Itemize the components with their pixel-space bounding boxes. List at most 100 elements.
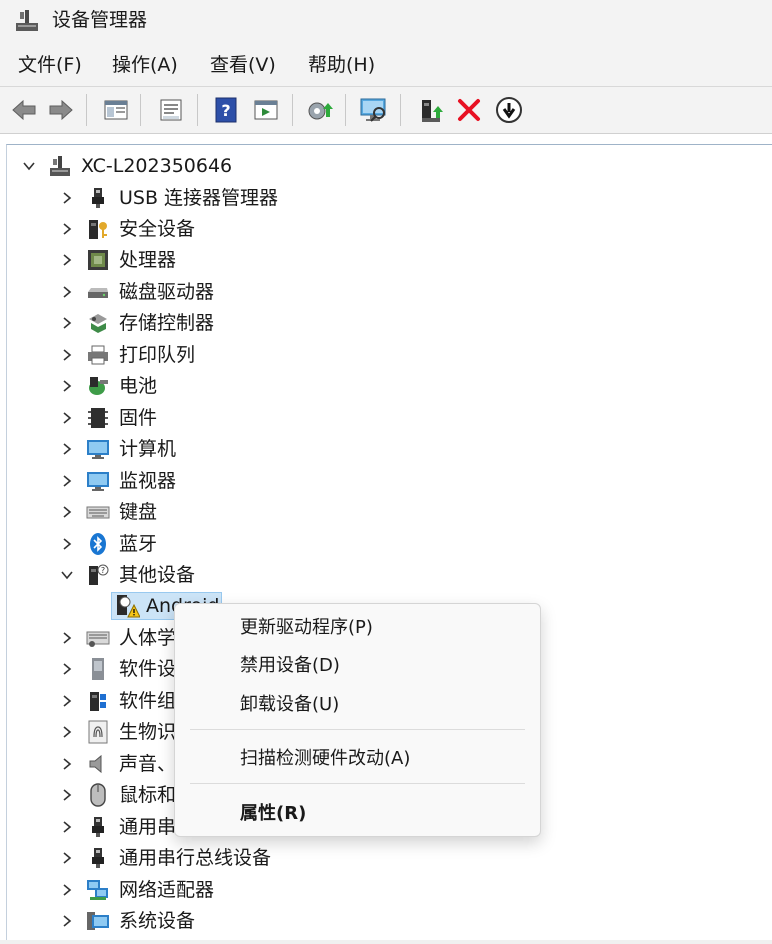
show-hide-tree-button[interactable] xyxy=(100,94,132,126)
category-label: 网络适配器 xyxy=(119,879,215,901)
disable-device-menu-item[interactable]: 禁用设备(D) xyxy=(240,654,340,678)
chevron-right-icon[interactable] xyxy=(59,315,75,331)
tree-item[interactable]: 打印队列 xyxy=(59,340,195,370)
category-label: 电池 xyxy=(119,375,158,397)
scan-hardware-icon xyxy=(360,98,386,122)
speaker-icon xyxy=(85,751,111,777)
chevron-right-icon[interactable] xyxy=(59,410,75,426)
usb-connector-icon xyxy=(85,185,111,211)
uninstall-button[interactable] xyxy=(453,94,485,126)
tree-root[interactable]: XC-L202350646 xyxy=(21,151,232,181)
chevron-down-icon[interactable] xyxy=(59,567,75,583)
help-button[interactable]: ? xyxy=(210,94,242,126)
tree-item[interactable]: 蓝牙 xyxy=(59,529,157,559)
menu-help[interactable]: 帮助(H) xyxy=(308,53,375,77)
firmware-chip-icon xyxy=(85,405,111,431)
scan-hardware-button[interactable] xyxy=(358,94,390,126)
category-label: 固件 xyxy=(119,407,158,429)
chevron-right-icon[interactable] xyxy=(59,787,75,803)
tree-item[interactable]: 安全设备 xyxy=(59,214,195,244)
category-label: 打印队列 xyxy=(119,344,196,366)
tree-item[interactable]: 监视器 xyxy=(59,466,176,496)
chevron-right-icon[interactable] xyxy=(59,850,75,866)
help-icon: ? xyxy=(215,97,237,123)
run-button[interactable] xyxy=(250,94,282,126)
bottom-border xyxy=(0,940,772,944)
category-label: 键盘 xyxy=(119,501,158,523)
disk-drive-icon xyxy=(85,279,111,305)
tree-item[interactable]: 固件 xyxy=(59,403,157,433)
toolbar-separator xyxy=(345,94,346,126)
warning-device-icon xyxy=(114,593,140,619)
menu-file[interactable]: 文件(F) xyxy=(18,53,82,77)
toolbar: ? xyxy=(0,87,772,134)
properties-button[interactable] xyxy=(155,94,187,126)
chevron-right-icon[interactable] xyxy=(59,661,75,677)
chevron-right-icon[interactable] xyxy=(59,441,75,457)
tree-item[interactable]: 处理器 xyxy=(59,245,176,275)
storage-controller-icon xyxy=(85,310,111,336)
disable-device-button[interactable] xyxy=(493,94,525,126)
chevron-right-icon[interactable] xyxy=(59,378,75,394)
category-label: 计算机 xyxy=(119,438,177,460)
chevron-right-icon[interactable] xyxy=(59,536,75,552)
processor-icon xyxy=(85,247,111,273)
tree-item[interactable]: 存储控制器 xyxy=(59,308,214,338)
chevron-right-icon[interactable] xyxy=(59,284,75,300)
chevron-right-icon[interactable] xyxy=(59,756,75,772)
back-button[interactable] xyxy=(8,94,40,126)
tree-item-other-devices[interactable]: ? 其他设备 xyxy=(59,560,195,590)
category-label: 磁盘驱动器 xyxy=(119,281,215,303)
printer-icon xyxy=(85,342,111,368)
tree-item[interactable]: 键盘 xyxy=(59,497,157,527)
back-icon xyxy=(12,99,36,121)
chevron-down-icon[interactable] xyxy=(21,158,37,174)
chevron-right-icon[interactable] xyxy=(59,190,75,206)
human-interface-device-icon xyxy=(85,625,111,651)
properties-icon xyxy=(160,99,182,121)
update-driver-menu-item[interactable]: 更新驱动程序(P) xyxy=(240,616,373,640)
tree-item[interactable]: 系统设备 xyxy=(59,906,195,936)
chevron-right-icon[interactable] xyxy=(59,882,75,898)
uninstall-device-menu-item[interactable]: 卸载设备(U) xyxy=(240,693,339,717)
battery-icon xyxy=(85,373,111,399)
update-driver-button[interactable] xyxy=(303,94,335,126)
tree-item[interactable]: 网络适配器 xyxy=(59,875,214,905)
menu-separator xyxy=(190,783,525,784)
chevron-right-icon[interactable] xyxy=(59,221,75,237)
chevron-right-icon[interactable] xyxy=(59,724,75,740)
properties-menu-item[interactable]: 属性(R) xyxy=(240,802,306,826)
network-adapter-icon xyxy=(85,877,111,903)
tree-item[interactable]: 磁盘驱动器 xyxy=(59,277,214,307)
category-label: 安全设备 xyxy=(119,218,196,240)
security-key-icon xyxy=(85,216,111,242)
chevron-right-icon[interactable] xyxy=(59,252,75,268)
chevron-right-icon[interactable] xyxy=(59,630,75,646)
update-driver-icon xyxy=(308,102,333,120)
category-label: 处理器 xyxy=(119,249,177,271)
tree-item[interactable]: USB 连接器管理器 xyxy=(59,183,278,213)
toolbar-separator xyxy=(140,94,141,126)
menu-view[interactable]: 查看(V) xyxy=(210,53,276,77)
chevron-right-icon[interactable] xyxy=(59,693,75,709)
tree-item[interactable]: 计算机 xyxy=(59,434,176,464)
enable-device-button[interactable] xyxy=(416,94,448,126)
keyboard-icon xyxy=(85,499,111,525)
chevron-right-icon[interactable] xyxy=(59,347,75,363)
chevron-right-icon[interactable] xyxy=(59,913,75,929)
chevron-right-icon[interactable] xyxy=(59,819,75,835)
window-title: 设备管理器 xyxy=(52,9,148,31)
forward-button[interactable] xyxy=(45,94,77,126)
tree-item[interactable]: 电池 xyxy=(59,371,157,401)
computer-tower-icon xyxy=(47,153,73,179)
menu-action[interactable]: 操作(A) xyxy=(112,53,178,77)
chevron-right-icon[interactable] xyxy=(59,504,75,520)
chevron-right-icon[interactable] xyxy=(59,473,75,489)
tree-item[interactable]: 通用串行总线设备 xyxy=(59,843,271,873)
category-label: 监视器 xyxy=(119,470,177,492)
category-label: 通用串行总线设备 xyxy=(119,847,272,869)
software-component-icon xyxy=(85,688,111,714)
monitor-icon xyxy=(85,468,111,494)
scan-hardware-menu-item[interactable]: 扫描检测硬件改动(A) xyxy=(240,747,410,771)
bluetooth-icon xyxy=(85,531,111,557)
